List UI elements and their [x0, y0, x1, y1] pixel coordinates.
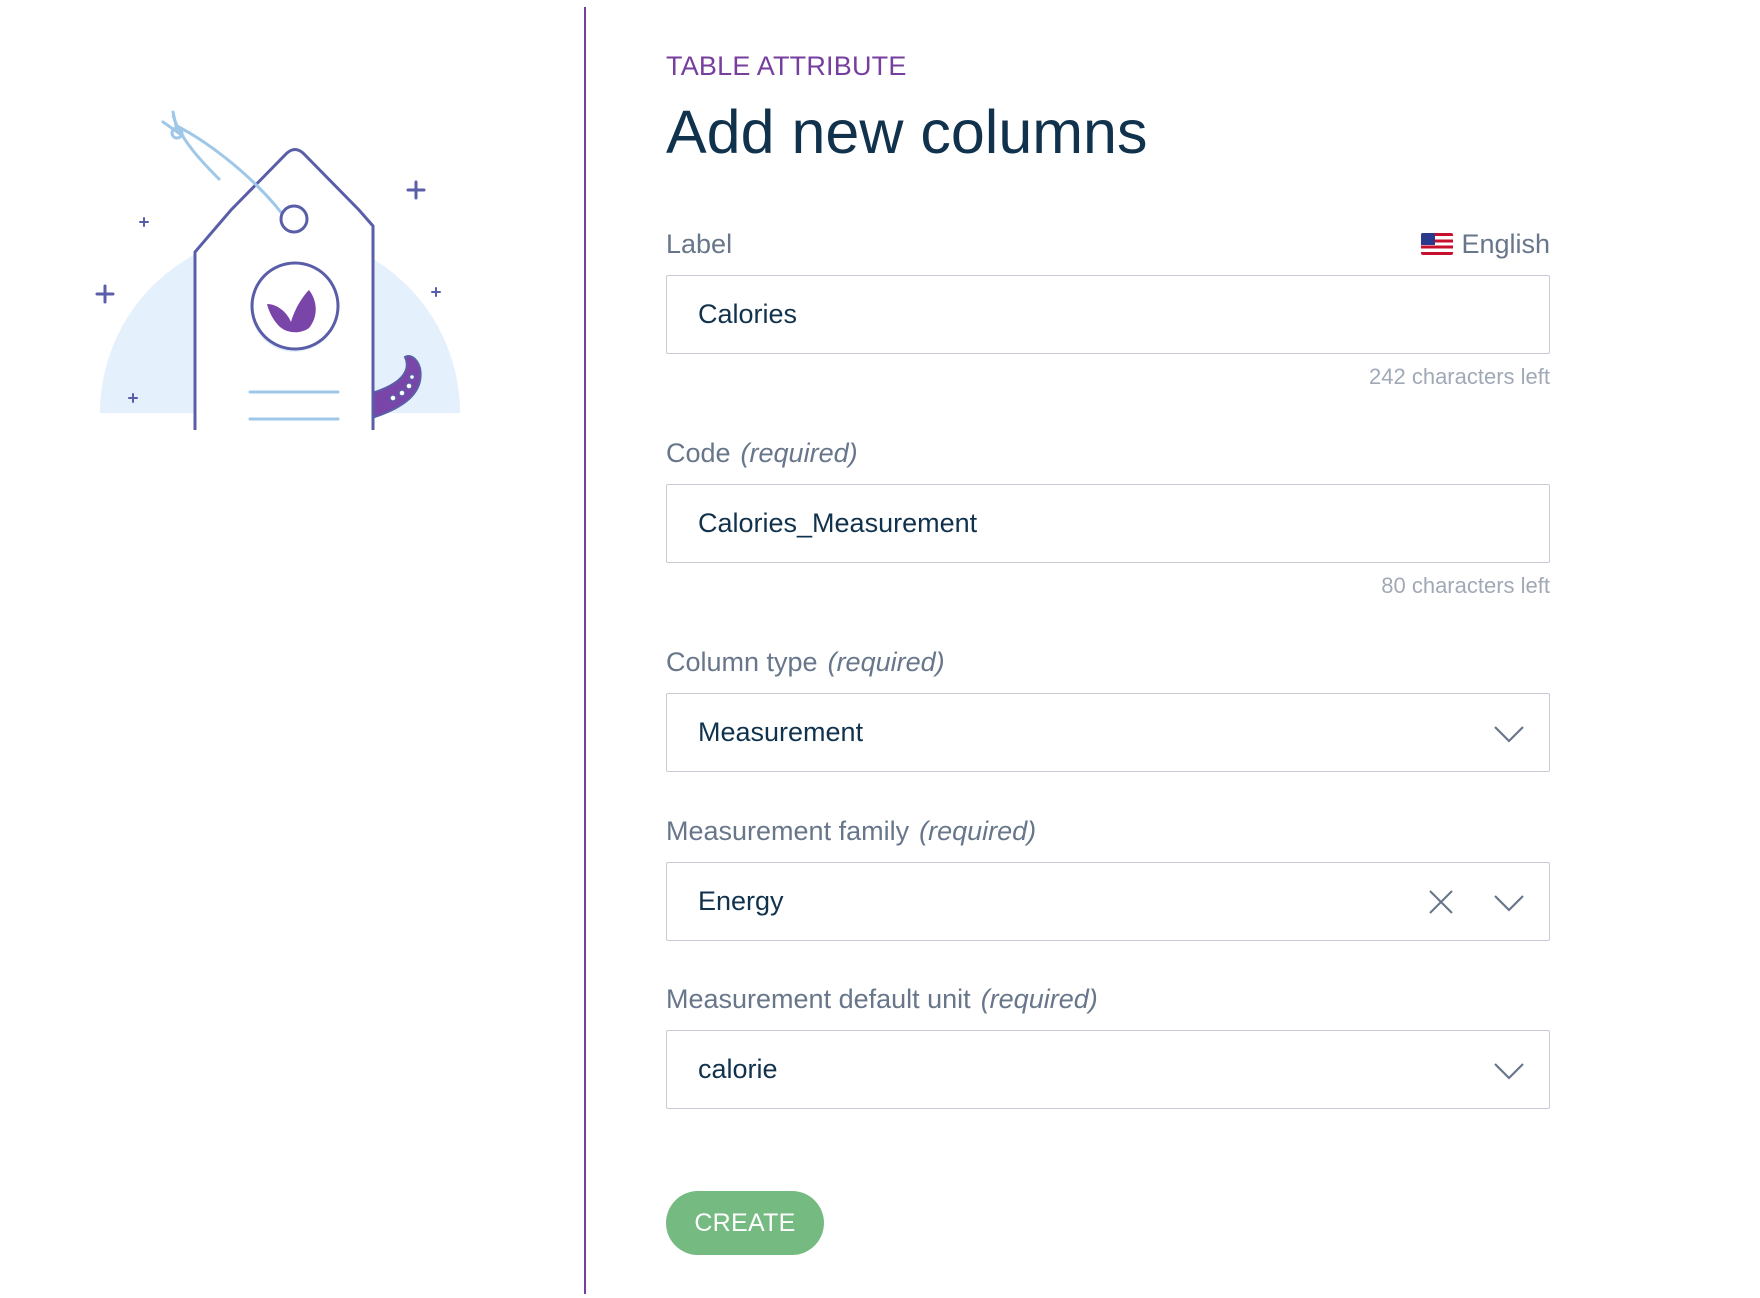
measurement-family-field-header: Measurement family (required) — [666, 811, 1550, 851]
default-unit-select[interactable]: calorie — [666, 1030, 1550, 1109]
measurement-family-value: Energy — [698, 886, 784, 916]
measurement-family-select[interactable]: Energy — [666, 862, 1550, 941]
required-marker: (required) — [740, 437, 858, 468]
page-title: Add new columns — [666, 98, 1148, 166]
column-type-value: Measurement — [698, 717, 864, 747]
add-columns-page: TABLE ATTRIBUTE Add new columns Label En… — [0, 0, 1760, 1298]
us-flag-icon — [1421, 233, 1454, 255]
required-marker: (required) — [827, 646, 945, 677]
label-field-label: Label — [666, 228, 733, 259]
default-unit-field-header: Measurement default unit (required) — [666, 979, 1550, 1019]
locale-switcher[interactable]: English — [1421, 229, 1550, 260]
column-type-select[interactable]: Measurement — [666, 693, 1550, 772]
required-marker: (required) — [919, 815, 1037, 846]
code-input[interactable]: Calories_Measurement — [666, 484, 1550, 563]
create-button[interactable]: CREATE — [666, 1191, 824, 1255]
code-field-header: Code (required) — [666, 433, 1550, 473]
measurement-family-field-label: Measurement family (required) — [666, 815, 1037, 846]
label-field-header: Label English — [666, 224, 1550, 264]
code-field-label: Code (required) — [666, 437, 858, 468]
label-characters-left: 242 characters left — [1369, 364, 1550, 389]
price-tag-illustration — [95, 110, 460, 430]
column-type-field-header: Column type (required) — [666, 642, 1550, 682]
chevron-down-icon[interactable] — [1493, 1056, 1525, 1084]
code-input-value: Calories_Measurement — [698, 508, 978, 538]
column-type-field-label: Column type (required) — [666, 646, 945, 677]
vertical-divider — [584, 7, 586, 1294]
default-unit-field-label: Measurement default unit (required) — [666, 983, 1098, 1014]
create-column-form: TABLE ATTRIBUTE Add new columns Label En… — [666, 48, 1550, 1255]
default-unit-value: calorie — [698, 1054, 778, 1084]
page-subtitle: TABLE ATTRIBUTE — [666, 51, 907, 81]
clear-icon[interactable] — [1428, 889, 1454, 915]
code-characters-left: 80 characters left — [1381, 573, 1550, 598]
label-input-value: Calories — [698, 299, 798, 329]
locale-label: English — [1461, 228, 1550, 259]
chevron-down-icon[interactable] — [1493, 719, 1525, 747]
chevron-down-icon[interactable] — [1493, 888, 1525, 916]
required-marker: (required) — [980, 983, 1098, 1014]
label-input[interactable]: Calories — [666, 275, 1550, 354]
